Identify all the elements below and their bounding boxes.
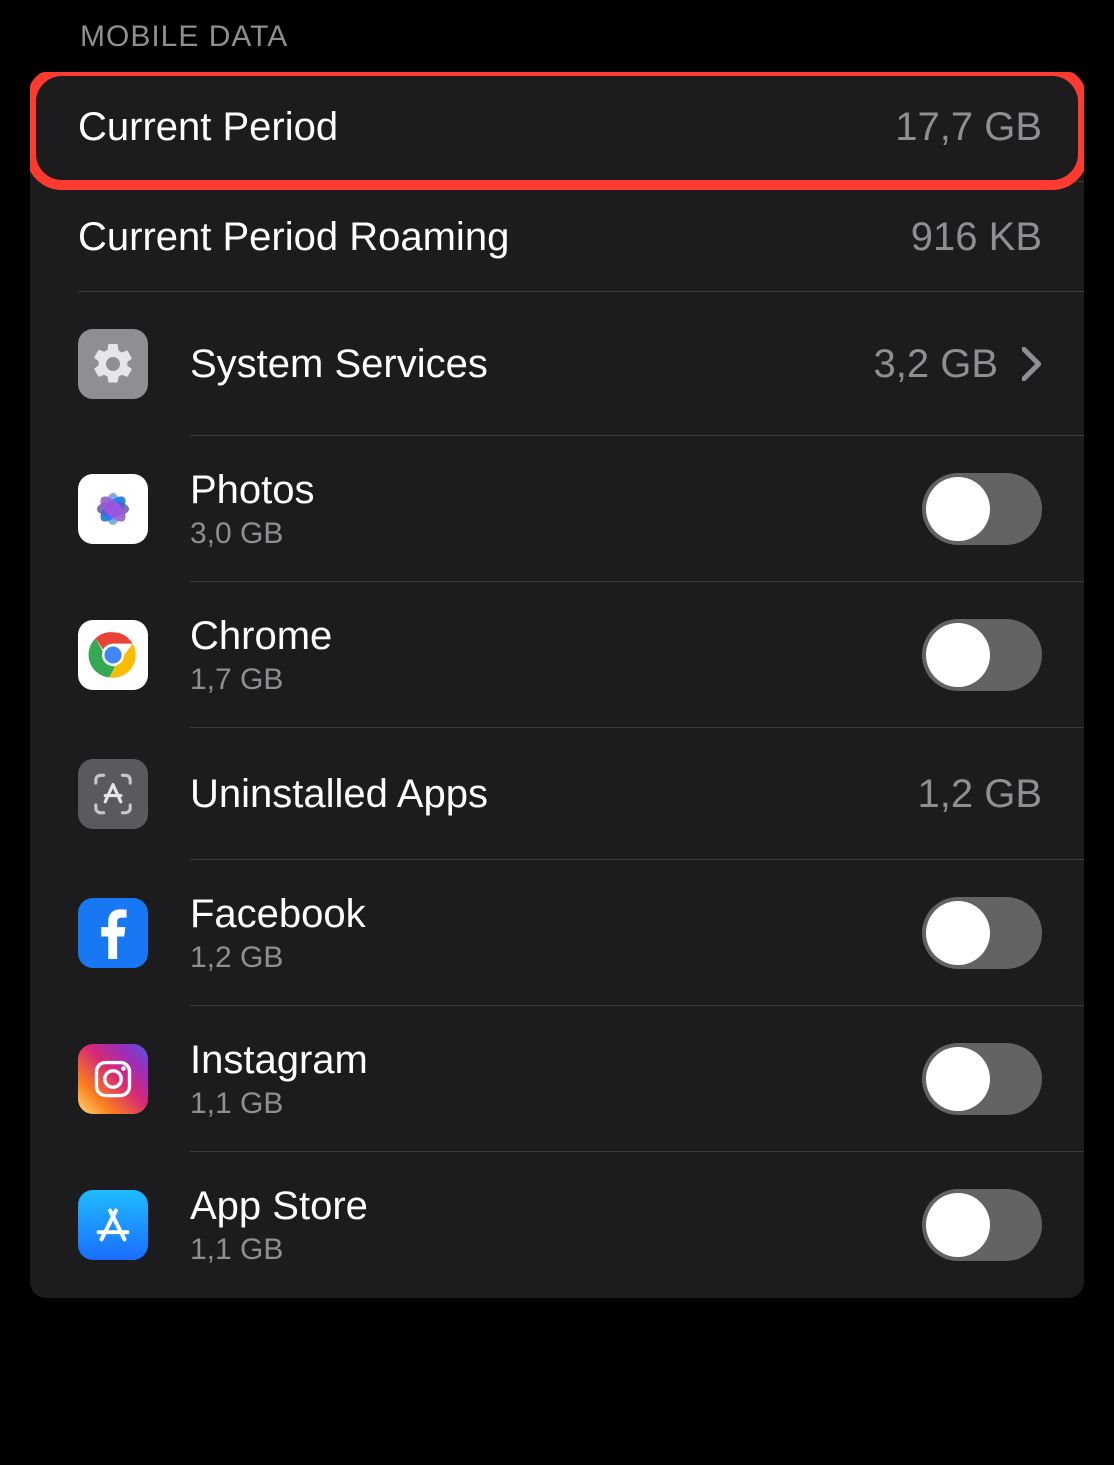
row-uninstalled-apps: Uninstalled Apps 1,2 GB — [30, 728, 1084, 860]
system-services-label: System Services — [190, 341, 853, 387]
row-photos: Photos 3,0 GB — [30, 436, 1084, 582]
app-store-icon — [78, 1190, 148, 1260]
app-store-label: App Store — [190, 1183, 902, 1229]
chrome-label: Chrome — [190, 613, 902, 659]
current-period-roaming-value: 916 KB — [911, 215, 1042, 260]
facebook-icon — [78, 898, 148, 968]
section-header: MOBILE DATA — [0, 20, 1114, 72]
photos-toggle[interactable] — [922, 473, 1042, 545]
current-period-roaming-label: Current Period Roaming — [78, 214, 891, 260]
current-period-value: 17,7 GB — [895, 105, 1042, 150]
gear-icon — [78, 329, 148, 399]
facebook-label: Facebook — [190, 891, 902, 937]
uninstalled-apps-value: 1,2 GB — [917, 772, 1042, 817]
uninstalled-apps-label: Uninstalled Apps — [190, 771, 897, 817]
row-instagram: Instagram 1,1 GB — [30, 1006, 1084, 1152]
system-services-value: 3,2 GB — [873, 342, 998, 387]
mobile-data-list: Current Period 17,7 GB Current Period Ro… — [30, 72, 1084, 1298]
photos-icon — [78, 474, 148, 544]
chrome-icon — [78, 620, 148, 690]
app-store-usage: 1,1 GB — [190, 1233, 902, 1267]
chrome-toggle[interactable] — [922, 619, 1042, 691]
photos-label: Photos — [190, 467, 902, 513]
facebook-usage: 1,2 GB — [190, 941, 902, 975]
row-current-period-roaming: Current Period Roaming 916 KB — [30, 182, 1084, 292]
instagram-toggle[interactable] — [922, 1043, 1042, 1115]
row-system-services[interactable]: System Services 3,2 GB — [30, 292, 1084, 436]
row-app-store: App Store 1,1 GB — [30, 1152, 1084, 1298]
instagram-icon — [78, 1044, 148, 1114]
chrome-usage: 1,7 GB — [190, 663, 902, 697]
app-store-toggle[interactable] — [922, 1189, 1042, 1261]
chevron-right-icon — [1022, 347, 1042, 381]
row-facebook: Facebook 1,2 GB — [30, 860, 1084, 1006]
row-chrome: Chrome 1,7 GB — [30, 582, 1084, 728]
instagram-label: Instagram — [190, 1037, 902, 1083]
photos-usage: 3,0 GB — [190, 517, 902, 551]
uninstalled-apps-icon — [78, 759, 148, 829]
instagram-usage: 1,1 GB — [190, 1087, 902, 1121]
row-current-period: Current Period 17,7 GB — [30, 72, 1084, 182]
facebook-toggle[interactable] — [922, 897, 1042, 969]
current-period-label: Current Period — [78, 104, 875, 150]
